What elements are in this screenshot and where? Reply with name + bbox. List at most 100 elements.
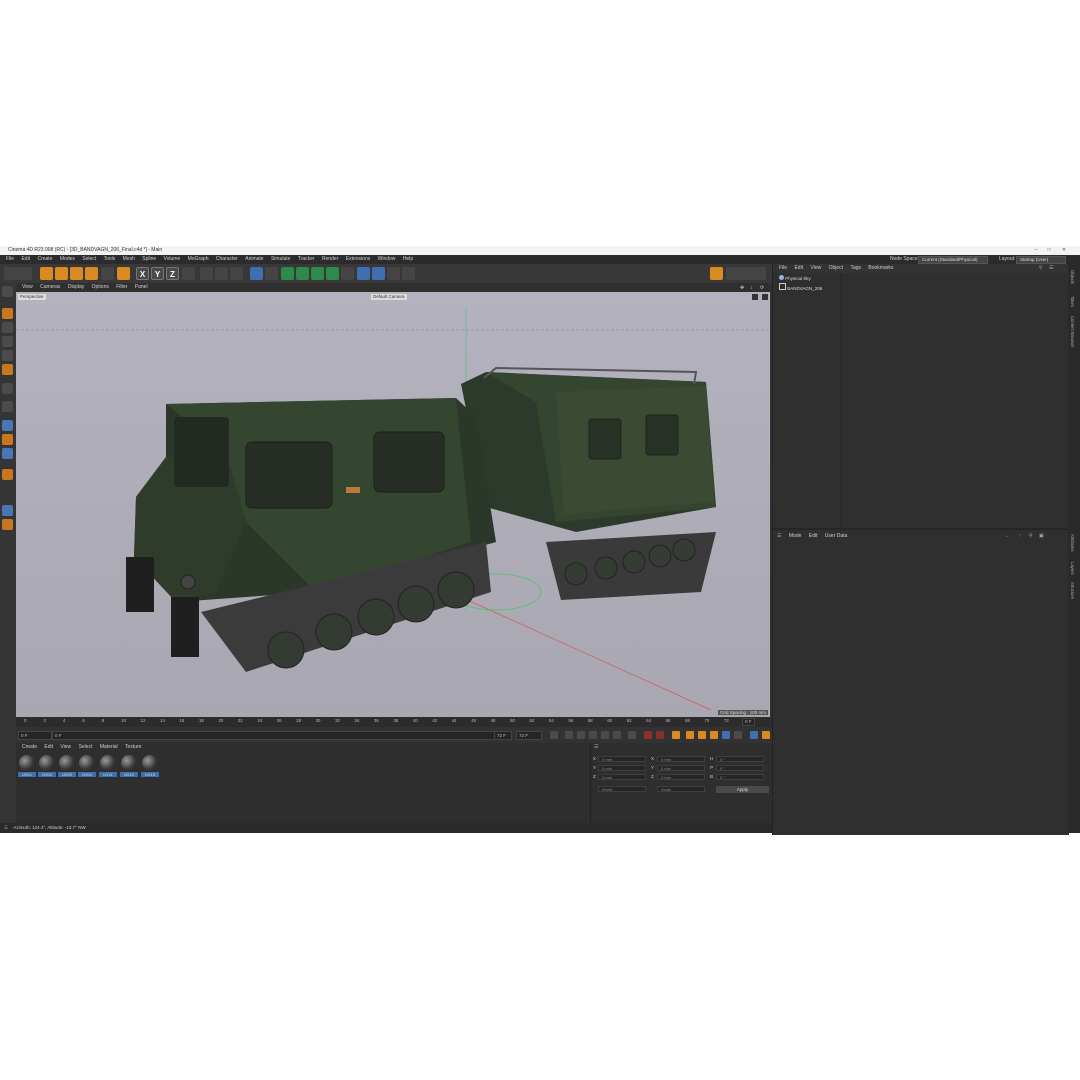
current-frame-field[interactable]: 0 F xyxy=(742,718,755,726)
y-axis-lock-button[interactable]: Y xyxy=(151,267,164,280)
viewport-menu-display[interactable]: Display xyxy=(68,283,84,292)
coord-rot-y-field[interactable]: 0 mm xyxy=(657,765,705,771)
snap-icon[interactable] xyxy=(2,448,13,459)
workplane-icon[interactable] xyxy=(2,401,13,412)
material-swatch[interactable]: UV03 xyxy=(58,755,76,779)
rotation-key-icon[interactable] xyxy=(710,731,718,739)
menu-select[interactable]: Select xyxy=(82,255,96,264)
pla-key-icon[interactable] xyxy=(734,731,742,739)
search-icon[interactable]: ⚲ xyxy=(1029,532,1033,541)
edges-mode-icon[interactable] xyxy=(2,350,13,361)
x-axis-lock-button[interactable]: X xyxy=(136,267,149,280)
coord-pos-y-field[interactable]: 0 mm xyxy=(598,765,646,771)
timeline-ruler[interactable]: 0 2 4 6 8 10 12 14 16 18 20 22 24 26 28 30 32 34 36 38 40 42 4… xyxy=(16,717,772,727)
min-frame-field[interactable]: 0 F xyxy=(52,731,498,740)
tab-attributes[interactable]: Attributes xyxy=(1070,534,1075,552)
pen-spline-icon[interactable] xyxy=(265,267,278,280)
character-icon[interactable] xyxy=(710,267,723,280)
3d-viewport[interactable]: Perspective Default Camera Grid Spacing … xyxy=(16,292,770,717)
tab-content-browser[interactable]: Content Browser xyxy=(1070,316,1075,347)
material-menu-texture[interactable]: Texture xyxy=(125,743,141,752)
object-menu-file[interactable]: File xyxy=(779,264,787,273)
position-key-icon[interactable] xyxy=(686,731,694,739)
attribute-menu-mode[interactable]: Mode xyxy=(789,532,802,541)
max-frame-field[interactable]: 72 F xyxy=(516,731,542,740)
polygons-mode-icon[interactable] xyxy=(2,364,13,375)
texture-mode-icon[interactable] xyxy=(2,322,13,333)
menu-render[interactable]: Render xyxy=(322,255,338,264)
menu-extensions[interactable]: Extensions xyxy=(346,255,370,264)
material-swatch[interactable]: UV04 xyxy=(78,755,96,779)
attribute-menu-edit[interactable]: Edit xyxy=(809,532,818,541)
material-menu-material[interactable]: Material xyxy=(100,743,118,752)
rotate-tool-icon[interactable] xyxy=(85,267,98,280)
viewport-menu-panel[interactable]: Panel xyxy=(135,283,148,292)
material-menu-view[interactable]: View xyxy=(60,743,71,752)
cloner-icon[interactable] xyxy=(326,267,339,280)
filter-icon[interactable]: ☰ xyxy=(1049,264,1053,273)
menu-mesh[interactable]: Mesh xyxy=(123,255,135,264)
viewport-menu-filter[interactable]: Filter xyxy=(116,283,127,292)
bend-deformer-icon[interactable] xyxy=(311,267,324,280)
start-frame-field[interactable]: 0 F xyxy=(18,731,52,740)
tab-objects[interactable]: Objects xyxy=(1070,270,1075,284)
object-menu-view[interactable]: View xyxy=(810,264,821,273)
go-to-start-icon[interactable] xyxy=(550,731,558,739)
coord-size-p-field[interactable]: 0 ° xyxy=(716,765,764,771)
field-icon[interactable] xyxy=(341,267,354,280)
menu-modes[interactable]: Modes xyxy=(60,255,75,264)
move-tool-icon[interactable] xyxy=(55,267,68,280)
back-arrow-icon[interactable]: ← xyxy=(1005,532,1010,541)
camera-icon[interactable] xyxy=(387,267,400,280)
close-icon[interactable]: ✕ xyxy=(1058,246,1070,255)
undo-redo-icon[interactable] xyxy=(4,267,32,280)
material-menu-create[interactable]: Create xyxy=(22,743,37,752)
menu-tools[interactable]: Tools xyxy=(104,255,116,264)
tweak-mode-icon[interactable] xyxy=(2,519,13,530)
material-swatch[interactable]: UV11 xyxy=(99,755,117,779)
cube-object-icon[interactable] xyxy=(250,267,263,280)
coordinates-menu-icon[interactable]: ☰ xyxy=(594,744,598,750)
menu-simulate[interactable]: Simulate xyxy=(271,255,290,264)
object-menu-edit[interactable]: Edit xyxy=(794,264,803,273)
viewport-menu-options[interactable]: Options xyxy=(92,283,109,292)
menu-volume[interactable]: Volume xyxy=(164,255,181,264)
menu-create[interactable]: Create xyxy=(37,255,52,264)
select-tool-icon[interactable] xyxy=(40,267,53,280)
sky-object-icon[interactable] xyxy=(372,267,385,280)
coord-mode-select[interactable]: World xyxy=(598,786,646,792)
menu-mograph[interactable]: MoGraph xyxy=(188,255,209,264)
snap-options-icon[interactable] xyxy=(726,267,766,280)
keyframe-selection-icon[interactable] xyxy=(672,731,680,739)
material-menu-edit[interactable]: Edit xyxy=(44,743,53,752)
subdivision-generator-icon[interactable] xyxy=(281,267,294,280)
layout-select[interactable]: Startup (User) xyxy=(1016,256,1066,264)
scale-tool-icon[interactable] xyxy=(70,267,83,280)
light-icon[interactable] xyxy=(402,267,415,280)
render-picture-viewer-icon[interactable] xyxy=(215,267,228,280)
render-view-icon[interactable] xyxy=(200,267,213,280)
parameter-key-icon[interactable] xyxy=(722,731,730,739)
render-settings-icon[interactable] xyxy=(230,267,243,280)
coord-size-b-field[interactable]: 0 ° xyxy=(716,774,764,780)
attribute-menu-user-data[interactable]: User Data xyxy=(825,532,848,541)
object-menu-object[interactable]: Object xyxy=(829,264,843,273)
search-icon[interactable]: ⚲ xyxy=(1039,264,1043,273)
coord-rot-z-field[interactable]: 0 mm xyxy=(657,774,705,780)
viewport-menu-cameras[interactable]: Cameras xyxy=(40,283,60,292)
floor-object-icon[interactable] xyxy=(357,267,370,280)
lock-icon[interactable]: ▣ xyxy=(1039,532,1044,541)
menu-help[interactable]: Help xyxy=(403,255,413,264)
viewport-menu-view[interactable]: View xyxy=(22,283,33,292)
array-generator-icon[interactable] xyxy=(296,267,309,280)
object-row[interactable]: BANDVAGN_206 xyxy=(779,283,822,291)
points-mode-icon[interactable] xyxy=(2,336,13,347)
attribute-menu-icon[interactable]: ☰ xyxy=(777,533,781,539)
make-editable-icon[interactable] xyxy=(2,286,13,297)
transform-tool-icon[interactable] xyxy=(117,267,130,280)
coord-pos-x-field[interactable]: 0 mm xyxy=(598,756,646,762)
menu-file[interactable]: File xyxy=(6,255,14,264)
object-row[interactable]: Physical Sky xyxy=(779,275,811,283)
menu-edit[interactable]: Edit xyxy=(21,255,30,264)
lock-workplane-icon[interactable] xyxy=(2,469,13,480)
